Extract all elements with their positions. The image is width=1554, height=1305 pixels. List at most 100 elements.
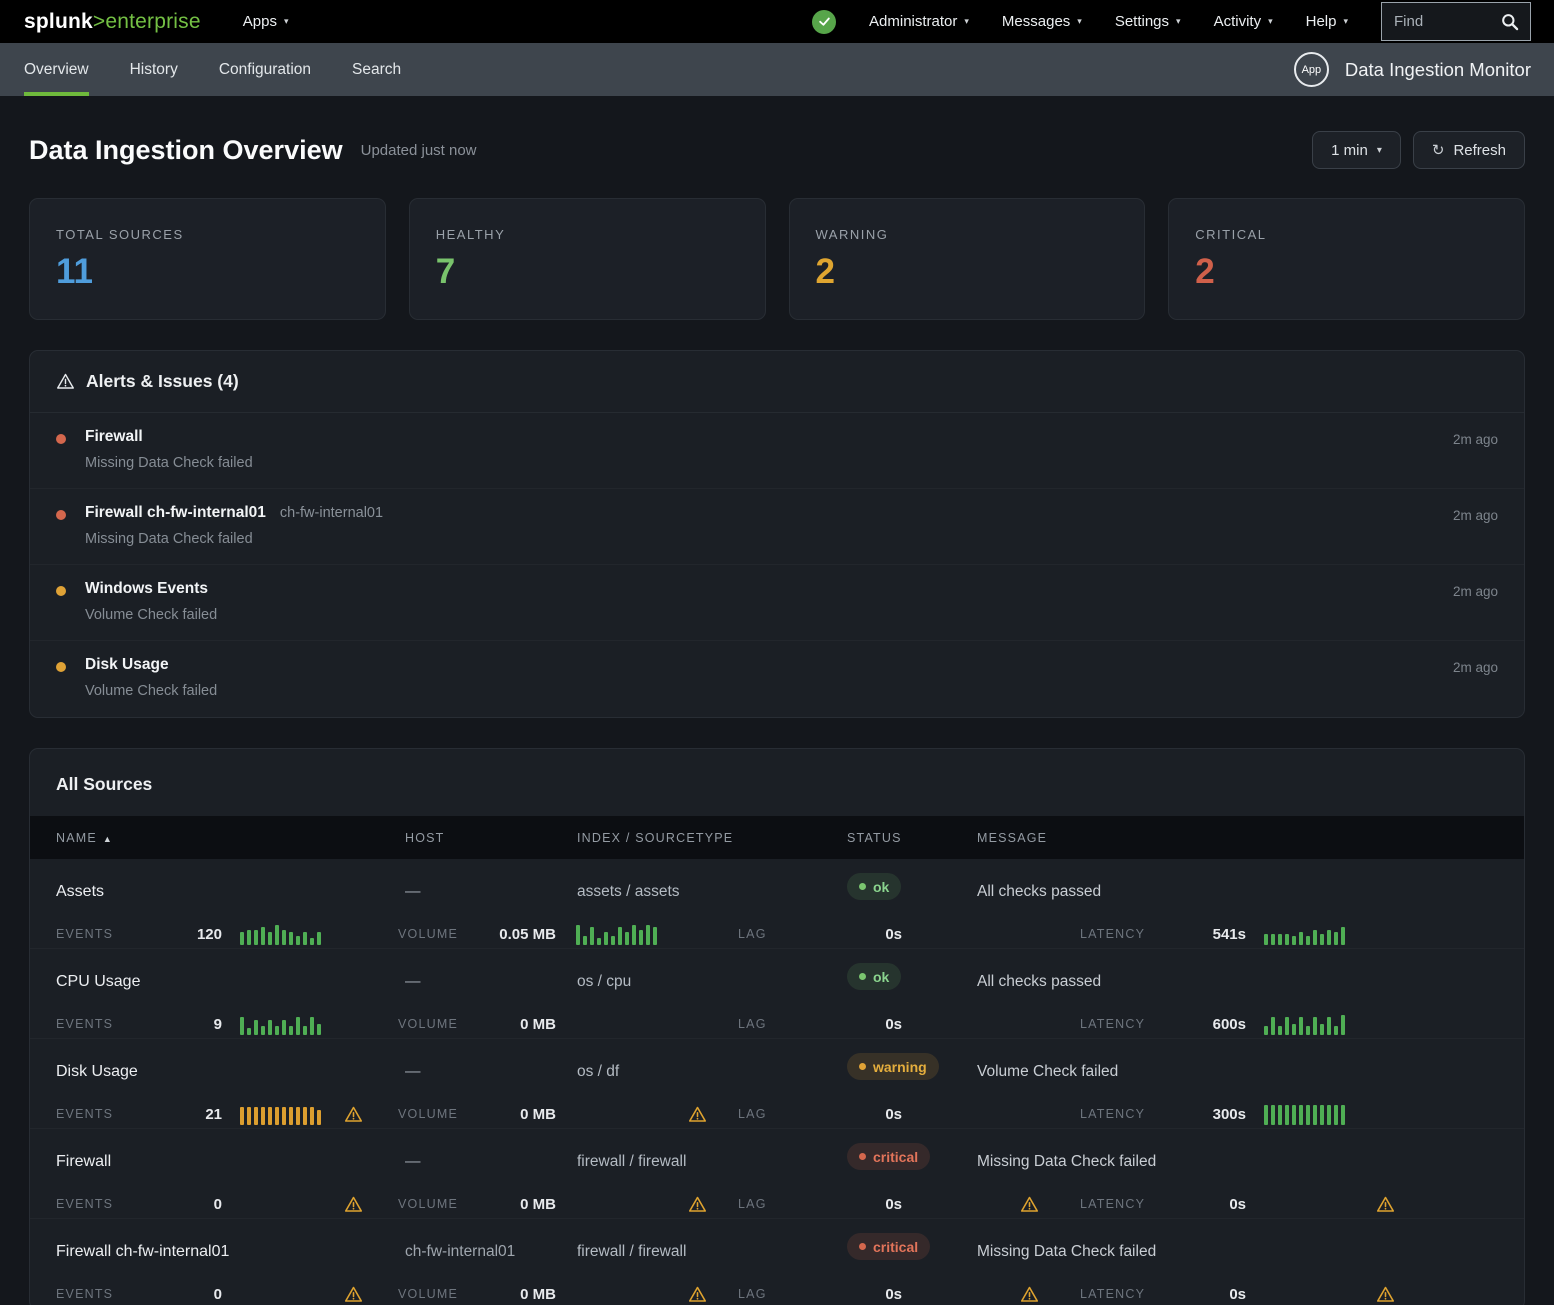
splunk-logo[interactable]: splunk>enterprise <box>24 10 201 34</box>
tab-configuration[interactable]: Configuration <box>219 43 311 96</box>
chevron-down-icon: ▾ <box>1268 16 1273 27</box>
card-healthy: HEALTHY 7 <box>409 198 766 320</box>
app-badge-icon: App <box>1294 52 1329 87</box>
severity-dot-icon <box>56 510 66 520</box>
volume-label: VOLUME <box>398 927 462 941</box>
volume-value: 0 MB <box>462 1106 556 1123</box>
search-icon[interactable] <box>1500 12 1520 32</box>
volume-label: VOLUME <box>398 1107 462 1121</box>
tab-history[interactable]: History <box>130 43 178 96</box>
events-value: 120 <box>192 926 222 943</box>
alert-timestamp: 2m ago <box>1453 432 1498 447</box>
alert-title: Firewall <box>85 428 143 446</box>
tab-search[interactable]: Search <box>352 43 401 96</box>
status-dot-icon <box>859 973 866 980</box>
alert-list-item[interactable]: Windows Events Volume Check failed 2m ag… <box>30 565 1524 641</box>
chevron-down-icon: ▾ <box>284 16 289 27</box>
source-message: Missing Data Check failed <box>977 1243 1498 1261</box>
activity-menu[interactable]: Activity▾ <box>1214 13 1273 30</box>
table-header: NAME▲ HOST INDEX / SOURCETYPE STATUS MES… <box>30 816 1524 859</box>
source-name: Disk Usage <box>56 1063 405 1081</box>
events-value: 0 <box>192 1286 222 1303</box>
lag-value: 0s <box>774 1196 902 1213</box>
warning-triangle-icon <box>56 372 75 391</box>
lag-label: LAG <box>738 1107 774 1121</box>
tab-overview[interactable]: Overview <box>24 43 89 96</box>
source-message: All checks passed <box>977 883 1498 901</box>
lag-value: 0s <box>774 926 902 943</box>
updated-status: Updated just now <box>361 142 477 159</box>
alerts-panel: Alerts & Issues (4) Firewall Missing Dat… <box>29 350 1525 718</box>
warning-icon <box>344 1285 363 1304</box>
events-label: EVENTS <box>56 1107 192 1121</box>
volume-warning-slot <box>660 1105 738 1124</box>
severity-dot-icon <box>56 434 66 444</box>
source-host: — <box>405 1063 577 1081</box>
source-index-sourcetype: firewall / firewall <box>577 1153 847 1171</box>
table-row[interactable]: Firewall — firewall / firewall critical … <box>30 1129 1524 1219</box>
latency-label: LATENCY <box>1080 1197 1150 1211</box>
alert-list-item[interactable]: Firewall Missing Data Check failed 2m ag… <box>30 413 1524 489</box>
warning-icon <box>1020 1195 1039 1214</box>
status-dot-icon <box>859 883 866 890</box>
volume-label: VOLUME <box>398 1287 462 1301</box>
column-header-message[interactable]: MESSAGE <box>977 831 1498 845</box>
source-message: All checks passed <box>977 973 1498 991</box>
column-header-host[interactable]: HOST <box>405 831 577 845</box>
column-header-index-sourcetype[interactable]: INDEX / SOURCETYPE <box>577 831 847 845</box>
messages-menu[interactable]: Messages▾ <box>1002 13 1082 30</box>
events-warning-slot <box>326 1105 398 1124</box>
alert-timestamp: 2m ago <box>1453 508 1498 523</box>
settings-menu[interactable]: Settings▾ <box>1115 13 1181 30</box>
alert-timestamp: 2m ago <box>1453 660 1498 675</box>
card-critical: CRITICAL 2 <box>1168 198 1525 320</box>
column-header-status[interactable]: STATUS <box>847 831 977 845</box>
status-badge: warning <box>847 1053 939 1080</box>
column-header-name[interactable]: NAME▲ <box>56 831 405 845</box>
apps-menu-label: Apps <box>243 13 277 30</box>
card-label: HEALTHY <box>436 227 739 242</box>
latency-value: 0s <box>1150 1196 1246 1213</box>
sort-ascending-icon: ▲ <box>103 834 113 844</box>
status-badge: critical <box>847 1233 930 1260</box>
table-row[interactable]: CPU Usage — os / cpu ok All checks passe… <box>30 949 1524 1039</box>
table-row[interactable]: Disk Usage — os / df warning Volume Chec… <box>30 1039 1524 1129</box>
find-search-input[interactable]: Find <box>1381 2 1531 41</box>
latency-value: 600s <box>1150 1016 1246 1033</box>
administrator-menu[interactable]: Administrator▾ <box>869 13 969 30</box>
source-message: Volume Check failed <box>977 1063 1498 1081</box>
chevron-down-icon: ▾ <box>1343 16 1348 27</box>
source-index-sourcetype: os / cpu <box>577 973 847 991</box>
events-label: EVENTS <box>56 927 192 941</box>
source-host: — <box>405 883 577 901</box>
alerts-list: Firewall Missing Data Check failed 2m ag… <box>30 413 1524 717</box>
lag-value: 0s <box>774 1286 902 1303</box>
page-title: Data Ingestion Overview <box>29 135 343 166</box>
lag-label: LAG <box>738 1197 774 1211</box>
card-warning: WARNING 2 <box>789 198 1146 320</box>
latency-sparkline <box>1264 1013 1345 1035</box>
events-label: EVENTS <box>56 1287 192 1301</box>
interval-select[interactable]: 1 min ▾ <box>1312 131 1401 169</box>
apps-menu[interactable]: Apps ▾ <box>243 13 289 30</box>
source-host: — <box>405 973 577 991</box>
events-value: 9 <box>192 1016 222 1033</box>
summary-cards: TOTAL SOURCES 11 HEALTHY 7 WARNING 2 CRI… <box>29 198 1525 320</box>
refresh-icon: ↻ <box>1432 141 1445 159</box>
latency-label: LATENCY <box>1080 927 1150 941</box>
volume-value: 0 MB <box>462 1196 556 1213</box>
table-row[interactable]: Assets — assets / assets ok All checks p… <box>30 859 1524 949</box>
table-row[interactable]: Firewall ch-fw-internal01 ch-fw-internal… <box>30 1219 1524 1305</box>
alert-list-item[interactable]: Firewall ch-fw-internal01 ch-fw-internal… <box>30 489 1524 565</box>
status-dot-icon <box>859 1153 866 1160</box>
user-status-icon[interactable] <box>812 10 836 34</box>
events-value: 21 <box>192 1106 222 1123</box>
alert-list-item[interactable]: Disk Usage Volume Check failed 2m ago <box>30 641 1524 717</box>
card-value: 2 <box>816 252 1119 292</box>
latency-sparkline <box>1264 923 1345 945</box>
volume-label: VOLUME <box>398 1017 462 1031</box>
help-menu[interactable]: Help▾ <box>1306 13 1348 30</box>
card-value: 11 <box>56 252 359 292</box>
warning-icon <box>344 1195 363 1214</box>
refresh-button[interactable]: ↻ Refresh <box>1413 131 1525 169</box>
